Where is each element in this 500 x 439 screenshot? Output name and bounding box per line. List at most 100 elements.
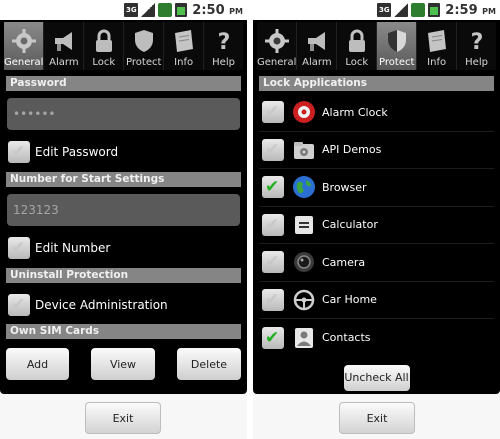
list-item[interactable]: ✔ Camera [259, 244, 494, 282]
uncheck-all-button[interactable]: Uncheck All [343, 364, 410, 391]
tab-info[interactable]: Info [164, 22, 205, 70]
right-phone-screen: 3G 2:59 PM General Alarm Lock Protect In… [253, 0, 500, 439]
list-item[interactable]: ✔ Car Home [259, 282, 494, 319]
svg-text:?: ? [217, 30, 230, 55]
tab-label: Help [212, 57, 235, 68]
app-checkbox[interactable]: ✔ [262, 101, 284, 124]
left-phone-screen: 3G 2:50 PM General Alarm Lock Protect In… [0, 0, 247, 439]
tab-label: Lock [345, 57, 369, 68]
delete-button[interactable]: Delete [177, 348, 241, 380]
tab-help[interactable]: ? Help [457, 22, 496, 70]
tab-bar: General Alarm Lock Protect Info ? Help [257, 22, 496, 70]
app-name: Contacts [322, 331, 371, 345]
tab-general[interactable]: General [257, 22, 298, 70]
gear-icon [264, 29, 289, 53]
app-checkbox[interactable]: ✔ [262, 326, 284, 349]
app-checkbox[interactable]: ✔ [262, 213, 284, 236]
app-screen: General Alarm Lock Protect Info ? Help [0, 20, 247, 394]
list-item[interactable]: ✔ Calculator [259, 207, 494, 244]
network-3g-icon: 3G [377, 3, 392, 17]
lock-applications: Lock Applications ✔ Alarm Clock ✔ API De… [259, 76, 494, 391]
status-clock: 2:50 PM [192, 2, 243, 18]
edit-number-label: Edit Number [35, 241, 111, 255]
edit-password-label: Edit Password [35, 145, 119, 159]
app-checkbox[interactable]: ✔ [262, 176, 284, 199]
paper-icon [427, 30, 446, 52]
tab-general[interactable]: General [4, 22, 45, 70]
app-checkbox[interactable]: ✔ [262, 288, 284, 311]
tab-protect[interactable]: Protect [124, 22, 165, 70]
app-name: Alarm Clock [322, 105, 388, 119]
tab-alarm[interactable]: Alarm [44, 22, 85, 70]
tab-label: Help [465, 57, 488, 68]
edit-password-row[interactable]: ✔ Edit Password [6, 136, 241, 168]
status-bar: 3G 2:59 PM [253, 0, 500, 20]
calculator-icon [292, 213, 316, 237]
password-header: Password [6, 76, 241, 91]
contacts-icon [292, 326, 316, 350]
app-name: Camera [322, 255, 366, 269]
edit-number-checkbox[interactable]: ✔ [8, 237, 30, 259]
view-button[interactable]: View [91, 348, 155, 380]
tab-protect[interactable]: Protect [377, 22, 418, 70]
list-item[interactable]: ✔ API Demos [259, 132, 494, 169]
tab-help[interactable]: ? Help [204, 22, 243, 70]
signal-icon [394, 3, 409, 17]
list-item[interactable]: ✔ Browser [259, 169, 494, 207]
device-admin-label: Device Administration [35, 298, 168, 312]
question-icon: ? [217, 30, 230, 55]
svg-text:?: ? [470, 30, 483, 55]
add-button[interactable]: Add [6, 348, 69, 380]
app-name: API Demos [322, 143, 382, 157]
tab-label: General [4, 57, 44, 68]
padlock-icon [348, 29, 365, 52]
tab-label: Alarm [302, 57, 332, 68]
exit-button[interactable]: Exit [85, 402, 161, 434]
battery-icon [428, 3, 441, 17]
question-icon: ? [470, 30, 483, 55]
password-field[interactable]: •••••• [7, 98, 240, 130]
camera-icon [292, 250, 316, 274]
app-name: Car Home [322, 293, 377, 307]
megaphone-icon [307, 32, 325, 51]
network-3g-icon: 3G [124, 3, 139, 17]
steering-wheel-icon [292, 288, 316, 312]
tab-label: Info [427, 57, 447, 68]
general-settings: Password •••••• ✔ Edit Password Number f… [6, 76, 241, 380]
tab-bar: General Alarm Lock Protect Info ? Help [4, 22, 243, 70]
paper-icon [174, 30, 193, 52]
tab-info[interactable]: Info [417, 22, 458, 70]
device-admin-checkbox[interactable]: ✔ [8, 294, 30, 316]
app-name: Calculator [322, 218, 378, 232]
edit-number-row[interactable]: ✔ Edit Number [6, 232, 241, 264]
edit-password-checkbox[interactable]: ✔ [8, 141, 30, 163]
shield-icon [387, 30, 406, 52]
shield-icon [134, 30, 153, 52]
list-item[interactable]: ✔ Contacts [259, 319, 494, 357]
device-admin-row[interactable]: ✔ Device Administration [6, 289, 241, 321]
list-item[interactable]: ✔ Alarm Clock [259, 94, 494, 132]
exit-button[interactable]: Exit [339, 402, 415, 434]
start-settings-header: Number for Start Settings [6, 172, 241, 187]
app-screen: General Alarm Lock Protect Info ? Help [253, 20, 500, 394]
app-list[interactable]: ✔ Alarm Clock ✔ API Demos ✔ Browser ✔ Ca… [259, 94, 494, 357]
padlock-icon [95, 29, 112, 52]
globe-icon [292, 175, 316, 199]
start-number-field[interactable]: 123123 [7, 194, 240, 226]
alarm-clock-icon [292, 100, 316, 124]
uninstall-header: Uninstall Protection [6, 268, 241, 283]
signal-icon [141, 3, 156, 17]
tab-label: General [257, 57, 297, 68]
tab-alarm[interactable]: Alarm [297, 22, 338, 70]
tab-label: Protect [379, 57, 415, 68]
app-checkbox[interactable]: ✔ [262, 251, 284, 274]
app-checkbox[interactable]: ✔ [262, 138, 284, 161]
sync-icon [411, 3, 426, 17]
sim-cards-header: Own SIM Cards [6, 324, 241, 339]
tab-lock[interactable]: Lock [84, 22, 125, 70]
megaphone-icon [54, 32, 72, 51]
status-bar: 3G 2:50 PM [0, 0, 247, 20]
tab-lock[interactable]: Lock [337, 22, 378, 70]
folder-icon [292, 138, 316, 162]
sim-buttons: Add View Delete [6, 348, 241, 380]
